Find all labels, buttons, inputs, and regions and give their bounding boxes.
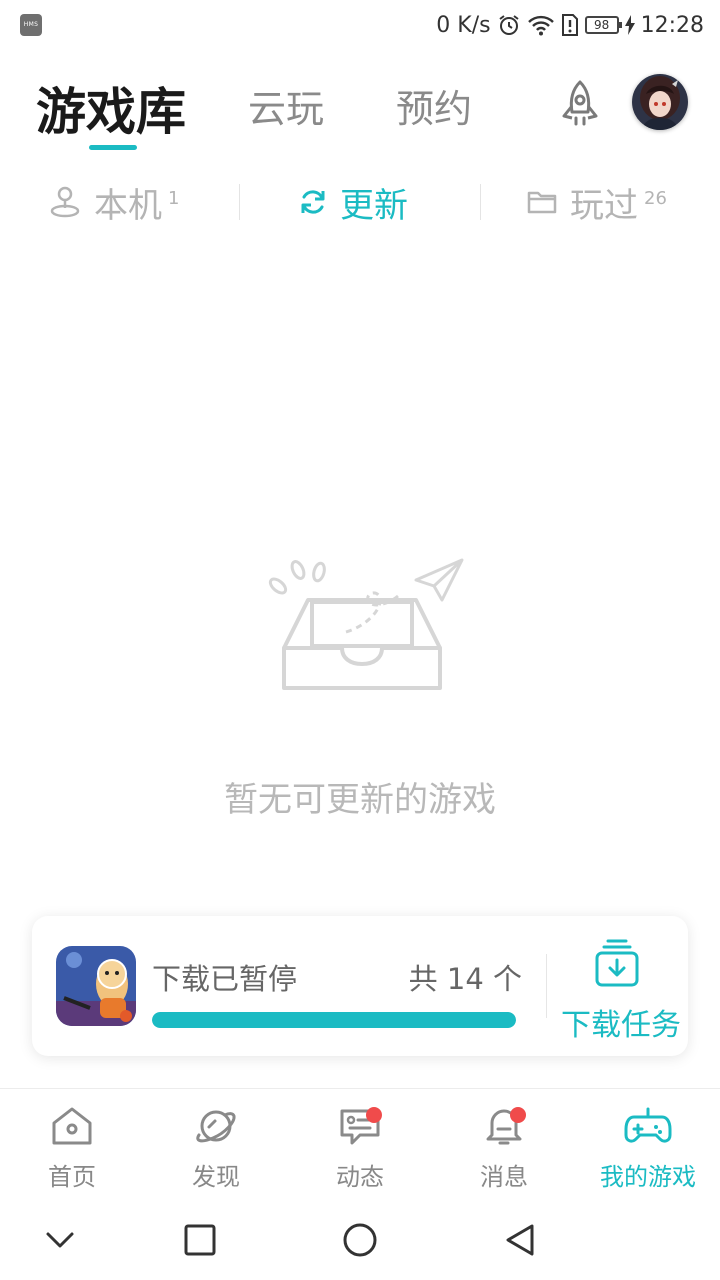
user-avatar[interactable] <box>632 74 688 130</box>
status-bar: HMS 0 K/s 98 12:28 <box>0 0 720 50</box>
planet-icon <box>196 1110 236 1143</box>
charging-icon <box>624 15 635 35</box>
nav-my-games[interactable]: 我的游戏 <box>576 1105 720 1195</box>
rocket-icon[interactable] <box>552 78 608 134</box>
nav-home[interactable]: 首页 <box>0 1105 144 1195</box>
avatar-portrait <box>632 74 688 130</box>
home-icon <box>52 1107 92 1145</box>
empty-state-text: 暂无可更新的游戏 <box>224 780 496 820</box>
system-nav-bar <box>0 1202 720 1280</box>
download-tray-icon <box>595 939 639 987</box>
download-status: 下载已暂停 <box>152 962 298 996</box>
game-thumbnail <box>56 946 136 1026</box>
subtab-played-label: 玩过 <box>570 185 638 226</box>
app-screen: HMS 0 K/s 98 12:28 游戏库 云玩 预约 本机 1 更新 玩过 … <box>0 0 720 1280</box>
bottom-nav: 首页 发现 动态 消息 我的游戏 <box>0 1088 720 1202</box>
alarm-icon <box>498 15 519 35</box>
subtab-played[interactable]: 玩过 26 <box>526 170 667 234</box>
download-progress-fill <box>152 1012 516 1028</box>
download-tasks-label: 下载任务 <box>561 1008 681 1043</box>
folder-icon <box>527 191 557 214</box>
sub-tabs: 本机 1 更新 玩过 26 <box>0 170 720 234</box>
back-button[interactable] <box>502 1222 538 1258</box>
notification-badge <box>510 1107 526 1123</box>
nav-my-games-label: 我的游戏 <box>600 1163 696 1191</box>
subtab-local-count: 1 <box>168 187 180 209</box>
download-progress-track <box>152 1012 516 1028</box>
subtab-divider <box>480 184 481 220</box>
notification-badge <box>366 1107 382 1123</box>
gamepad-icon <box>624 1107 672 1143</box>
subtab-local[interactable]: 本机 1 <box>48 170 179 234</box>
battery-icon: 98 <box>584 16 622 34</box>
net-speed: 0 K/s <box>436 12 491 38</box>
subtab-divider <box>239 184 240 220</box>
nav-messages[interactable]: 消息 <box>432 1105 576 1195</box>
tab-reservation[interactable]: 预约 <box>396 78 472 133</box>
nav-home-label: 首页 <box>48 1163 96 1191</box>
header: 游戏库 云玩 预约 <box>0 60 720 160</box>
tab-game-library[interactable]: 游戏库 <box>36 72 186 144</box>
wifi-icon <box>527 15 554 36</box>
tab-cloud-play[interactable]: 云玩 <box>248 78 324 133</box>
sim-alert-icon <box>561 14 578 36</box>
nav-discover[interactable]: 发现 <box>144 1105 288 1195</box>
collapse-chevron-icon[interactable] <box>42 1222 78 1258</box>
nav-messages-label: 消息 <box>480 1163 528 1191</box>
subtab-update[interactable]: 更新 <box>298 170 408 234</box>
subtab-update-label: 更新 <box>340 185 408 226</box>
refresh-icon <box>301 190 325 214</box>
nav-feed[interactable]: 动态 <box>288 1105 432 1195</box>
nav-feed-label: 动态 <box>336 1163 384 1191</box>
nav-discover-label: 发现 <box>192 1163 240 1191</box>
active-tab-indicator <box>89 145 137 150</box>
status-indicators: 0 K/s 98 12:28 <box>436 10 704 40</box>
clock: 12:28 <box>640 12 704 38</box>
download-tasks-button[interactable]: 下载任务 <box>554 934 684 1044</box>
joystick-icon <box>50 186 80 218</box>
home-button[interactable] <box>342 1222 378 1258</box>
empty-inbox-illustration <box>268 558 464 690</box>
recent-apps-button[interactable] <box>182 1222 218 1258</box>
subtab-local-label: 本机 <box>94 185 162 226</box>
download-card-divider <box>546 954 547 1018</box>
subtab-played-count: 26 <box>644 187 667 209</box>
download-card[interactable]: 下载已暂停 共 14 个 下载任务 <box>32 916 688 1056</box>
download-total: 共 14 个 <box>408 962 522 996</box>
game-art <box>56 946 136 1026</box>
hms-icon: HMS <box>20 14 42 36</box>
